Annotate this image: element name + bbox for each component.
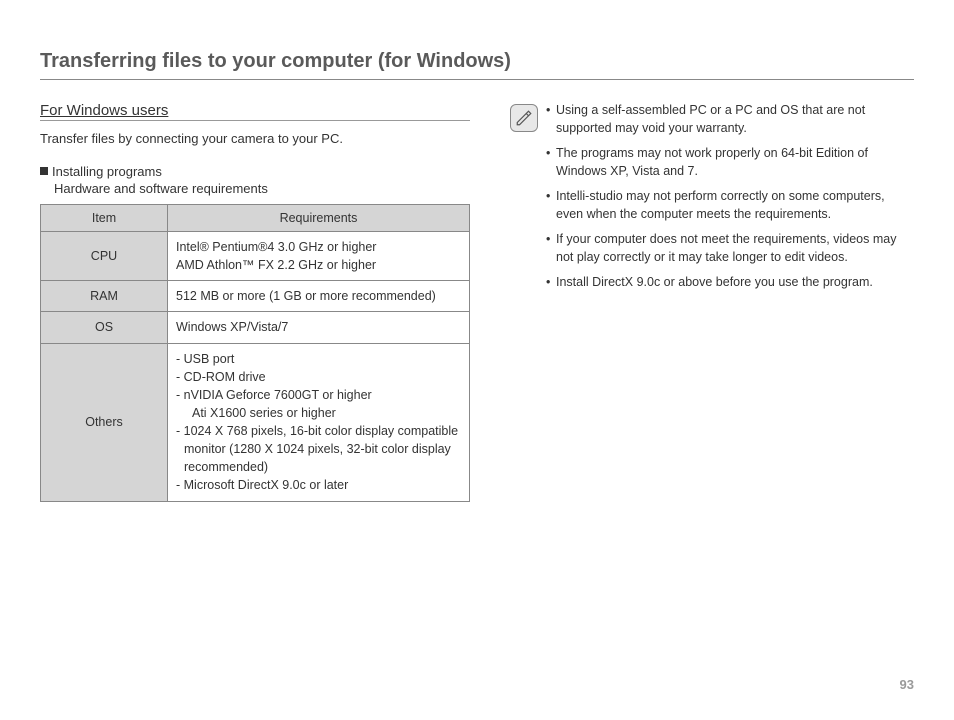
notes-list: Using a self-assembled PC or a PC and OS… [546,102,914,300]
note-item: The programs may not work properly on 64… [546,145,914,180]
note-item: Install DirectX 9.0c or above before you… [546,274,914,292]
note-icon [510,104,538,132]
section-heading: For Windows users [40,102,470,119]
cell-ram-value: 512 MB or more (1 GB or more recommended… [168,281,470,312]
install-title: Installing programs [52,164,162,179]
cell-others-label: Others [41,343,168,501]
note-item: If your computer does not meet the requi… [546,231,914,266]
table-header-req: Requirements [168,205,470,232]
table-header-item: Item [41,205,168,232]
others-line: - 1024 X 768 pixels, 16-bit color displa… [176,422,461,476]
others-line: - Microsoft DirectX 9.0c or later [176,476,461,494]
others-line: - CD-ROM drive [176,368,461,386]
install-subtitle: Hardware and software requirements [54,181,470,196]
intro-text: Transfer files by connecting your camera… [40,131,470,146]
note-item: Intelli-studio may not perform correctly… [546,188,914,223]
table-row: Others - USB port - CD-ROM drive - nVIDI… [41,343,470,501]
note-item: Using a self-assembled PC or a PC and OS… [546,102,914,137]
cell-ram-label: RAM [41,281,168,312]
cell-cpu-label: CPU [41,232,168,281]
others-line: Ati X1600 series or higher [176,404,461,422]
cell-os-value: Windows XP/Vista/7 [168,312,470,343]
cell-others-value: - USB port - CD-ROM drive - nVIDIA Gefor… [168,343,470,501]
square-bullet-icon [40,167,48,175]
others-line: - USB port [176,350,461,368]
page-title: Transferring files to your computer (for… [40,50,914,80]
page-number: 93 [900,677,914,692]
table-header-row: Item Requirements [41,205,470,232]
requirements-table: Item Requirements CPU Intel® Pentium®4 3… [40,204,470,502]
table-row: CPU Intel® Pentium®4 3.0 GHz or higher A… [41,232,470,281]
cell-cpu-value: Intel® Pentium®4 3.0 GHz or higher AMD A… [168,232,470,281]
cell-os-label: OS [41,312,168,343]
table-row: OS Windows XP/Vista/7 [41,312,470,343]
table-row: RAM 512 MB or more (1 GB or more recomme… [41,281,470,312]
others-line: - nVIDIA Geforce 7600GT or higher [176,386,461,404]
install-heading: Installing programs Hardware and softwar… [40,164,470,196]
